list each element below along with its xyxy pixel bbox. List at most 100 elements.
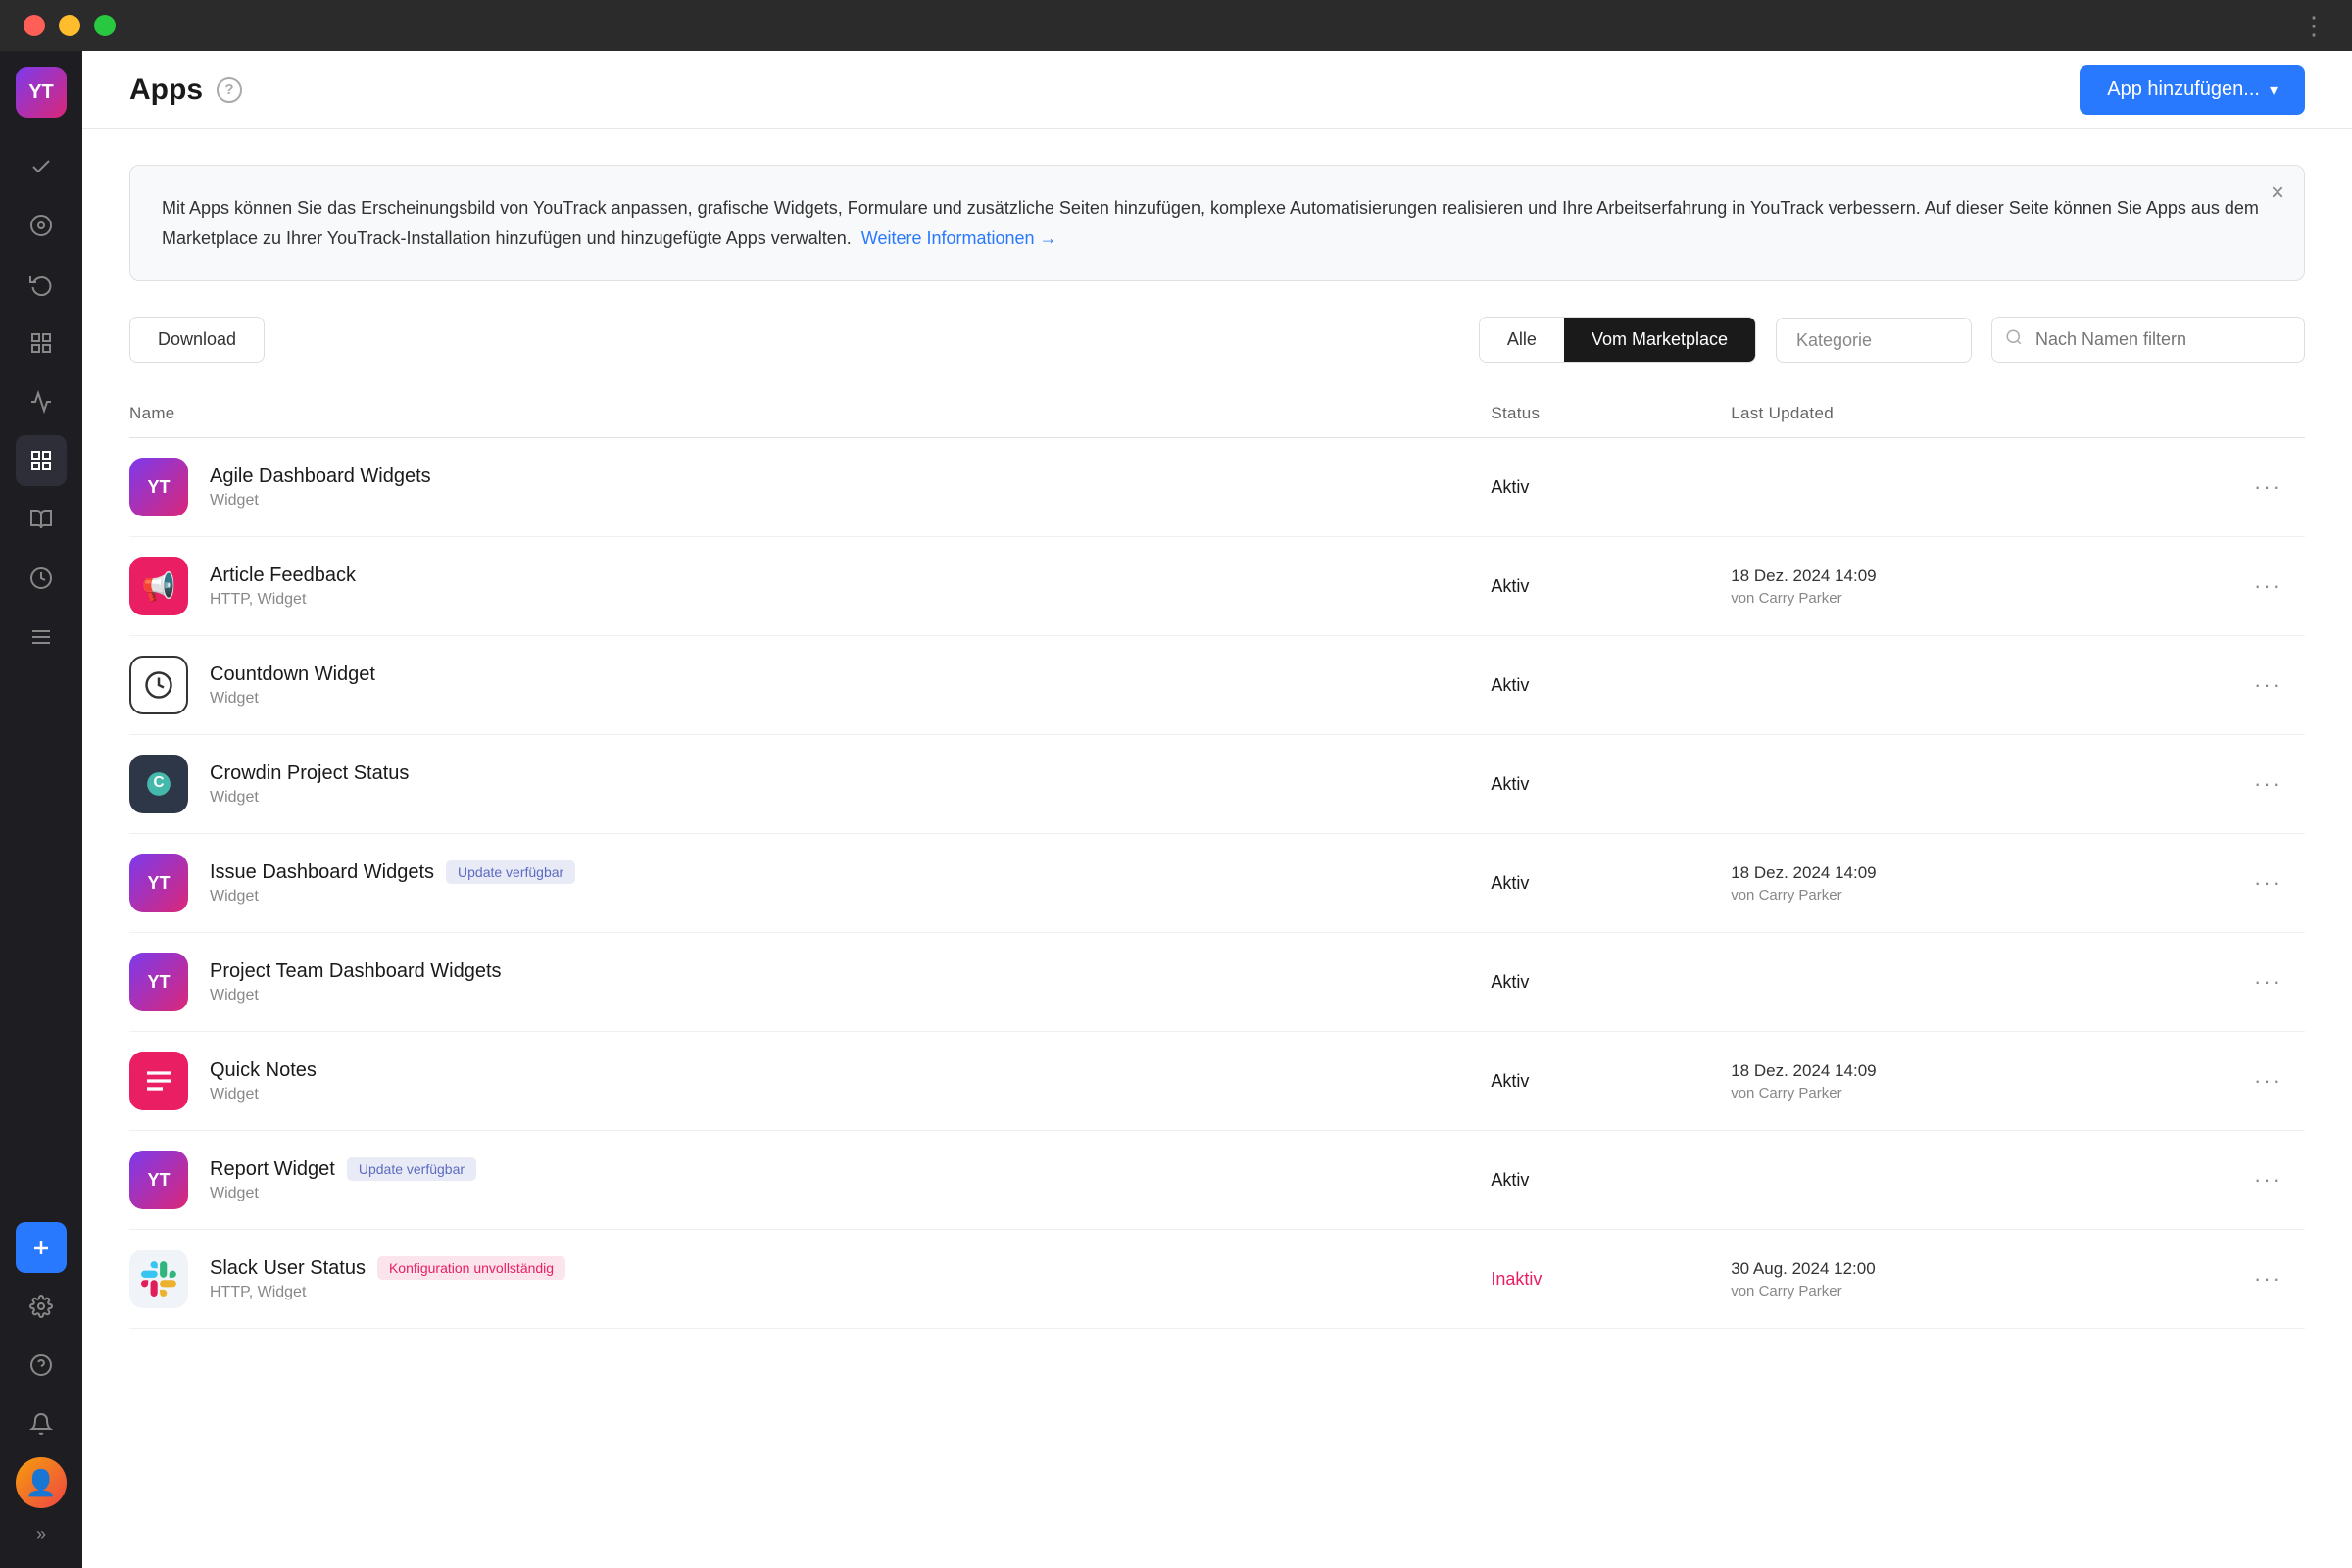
apps-table: Name Status Last Updated YT Agile [129,390,2305,1329]
search-wrapper [1991,317,2305,363]
app-name-group: Agile Dashboard Widgets Widget [210,466,431,510]
sidebar-item-layers[interactable] [16,612,67,662]
fullscreen-button[interactable] [94,15,116,36]
user-avatar[interactable]: 👤 [16,1457,67,1508]
app-name-cell: C Crowdin Project Status Widget [129,735,1475,834]
status-badge: Aktiv [1491,675,1529,695]
table-row: Countdown Widget Widget Aktiv ··· [129,636,2305,735]
app-name-group: Countdown Widget Widget [210,663,375,708]
app-icon [129,656,188,714]
app-name: Agile Dashboard Widgets [210,466,431,488]
app-more-button[interactable]: ··· [2246,565,2289,607]
app-more-button[interactable]: ··· [2246,763,2289,805]
sidebar-item-goals[interactable] [16,200,67,251]
app-name: Issue Dashboard Widgets Update verfügbar [210,860,575,884]
download-button[interactable]: Download [129,317,265,363]
app-name: Crowdin Project Status [210,762,409,785]
sidebar-item-tasks[interactable] [16,141,67,192]
app-status-cell: Inaktiv [1475,1230,1715,1329]
traffic-lights [24,15,116,36]
app-icon [129,1250,188,1308]
sidebar-expand-button[interactable]: » [28,1516,54,1552]
app-name-cell: Slack User Status Konfiguration unvollst… [129,1230,1475,1329]
app-icon: 📢 [129,557,188,615]
app-actions-cell: ··· [2230,933,2305,1032]
app-more-button[interactable]: ··· [2246,466,2289,508]
category-select[interactable]: Kategorie [1776,318,1972,363]
app-more-button[interactable]: ··· [2246,862,2289,904]
help-icon-button[interactable]: ? [217,77,242,103]
app-name: Project Team Dashboard Widgets [210,960,502,983]
table-row: YT Issue Dashboard Widgets Update verfüg… [129,834,2305,933]
sidebar-item-board[interactable] [16,318,67,368]
app-actions-cell: ··· [2230,834,2305,933]
app-updated-cell: 30 Aug. 2024 12:00 von Carry Parker [1715,1230,2230,1329]
app-name-cell: YT Issue Dashboard Widgets Update verfüg… [129,834,1475,933]
main-layout: YT [0,51,2352,1568]
close-button[interactable] [24,15,45,36]
app-name: Article Feedback [210,564,356,587]
sidebar-help-button[interactable] [16,1340,67,1391]
table-row: Quick Notes Widget Aktiv 18 Dez. 2024 14… [129,1032,2305,1131]
minimize-button[interactable] [59,15,80,36]
app-icon [129,1052,188,1110]
app-row-info: Quick Notes Widget [129,1052,1459,1110]
filter-all-tab[interactable]: Alle [1480,318,1564,362]
status-badge: Aktiv [1491,774,1529,794]
sidebar-item-apps[interactable] [16,435,67,486]
app-updated-cell: 18 Dez. 2024 14:09von Carry Parker [1715,1032,2230,1131]
page-title: Apps [129,74,203,107]
app-more-button[interactable]: ··· [2246,1060,2289,1102]
sidebar: YT [0,51,82,1568]
update-badge: Update verfügbar [347,1157,476,1181]
app-type: Widget [210,492,431,510]
app-name-cell: YT Report Widget Update verfügbar Widget [129,1131,1475,1230]
app-updated-cell [1715,438,2230,537]
table-row: YT Agile Dashboard Widgets Widget Aktiv [129,438,2305,537]
status-badge: Aktiv [1491,1170,1529,1190]
app-more-button[interactable]: ··· [2246,1159,2289,1200]
status-badge: Aktiv [1491,972,1529,992]
sidebar-item-knowledge[interactable] [16,494,67,545]
titlebar-menu-icon[interactable]: ⋮ [2301,11,2328,41]
sidebar-bell-button[interactable] [16,1398,67,1449]
app-name: Report Widget Update verfügbar [210,1157,476,1181]
app-status-cell: Aktiv [1475,438,1715,537]
last-updated-by: von Carry Parker [1731,887,2215,904]
app-name: Quick Notes [210,1059,317,1082]
sidebar-settings-button[interactable] [16,1281,67,1332]
status-badge: Aktiv [1491,873,1529,893]
add-app-button[interactable]: App hinzufügen... ▾ [2080,65,2305,115]
app-type: Widget [210,987,502,1004]
close-banner-button[interactable]: × [2271,181,2284,205]
app-more-button[interactable]: ··· [2246,664,2289,706]
app-icon: YT [129,854,188,912]
app-icon: YT [129,458,188,516]
status-badge: Aktiv [1491,1071,1529,1091]
app-name-cell: YT Project Team Dashboard Widgets Widget [129,933,1475,1032]
sidebar-item-time[interactable] [16,553,67,604]
page-header: Apps ? App hinzufügen... ▾ [82,51,2352,129]
app-name-group: Issue Dashboard Widgets Update verfügbar… [210,860,575,906]
sidebar-add-button[interactable] [16,1222,67,1273]
app-updated-cell [1715,735,2230,834]
app-row-info: C Crowdin Project Status Widget [129,755,1459,813]
sidebar-item-history[interactable] [16,259,67,310]
titlebar: ⋮ [0,0,2352,51]
app-actions-cell: ··· [2230,636,2305,735]
app-status-cell: Aktiv [1475,537,1715,636]
sidebar-logo[interactable]: YT [16,67,67,118]
last-updated-by: von Carry Parker [1731,590,2215,607]
col-name: Name [129,390,1475,438]
filter-marketplace-tab[interactable]: Vom Marketplace [1564,318,1755,362]
last-updated-date: 30 Aug. 2024 12:00 [1731,1259,2215,1279]
name-filter-input[interactable] [1991,317,2305,363]
info-banner: Mit Apps können Sie das Erscheinungsbild… [129,165,2305,281]
last-updated-by: von Carry Parker [1731,1283,2215,1299]
help-icon-label: ? [224,81,233,98]
app-more-button[interactable]: ··· [2246,1258,2289,1299]
info-banner-link[interactable]: Weitere Informationen → [861,228,1057,248]
sidebar-item-reports[interactable] [16,376,67,427]
app-more-button[interactable]: ··· [2246,961,2289,1003]
app-name-group: Quick Notes Widget [210,1059,317,1103]
